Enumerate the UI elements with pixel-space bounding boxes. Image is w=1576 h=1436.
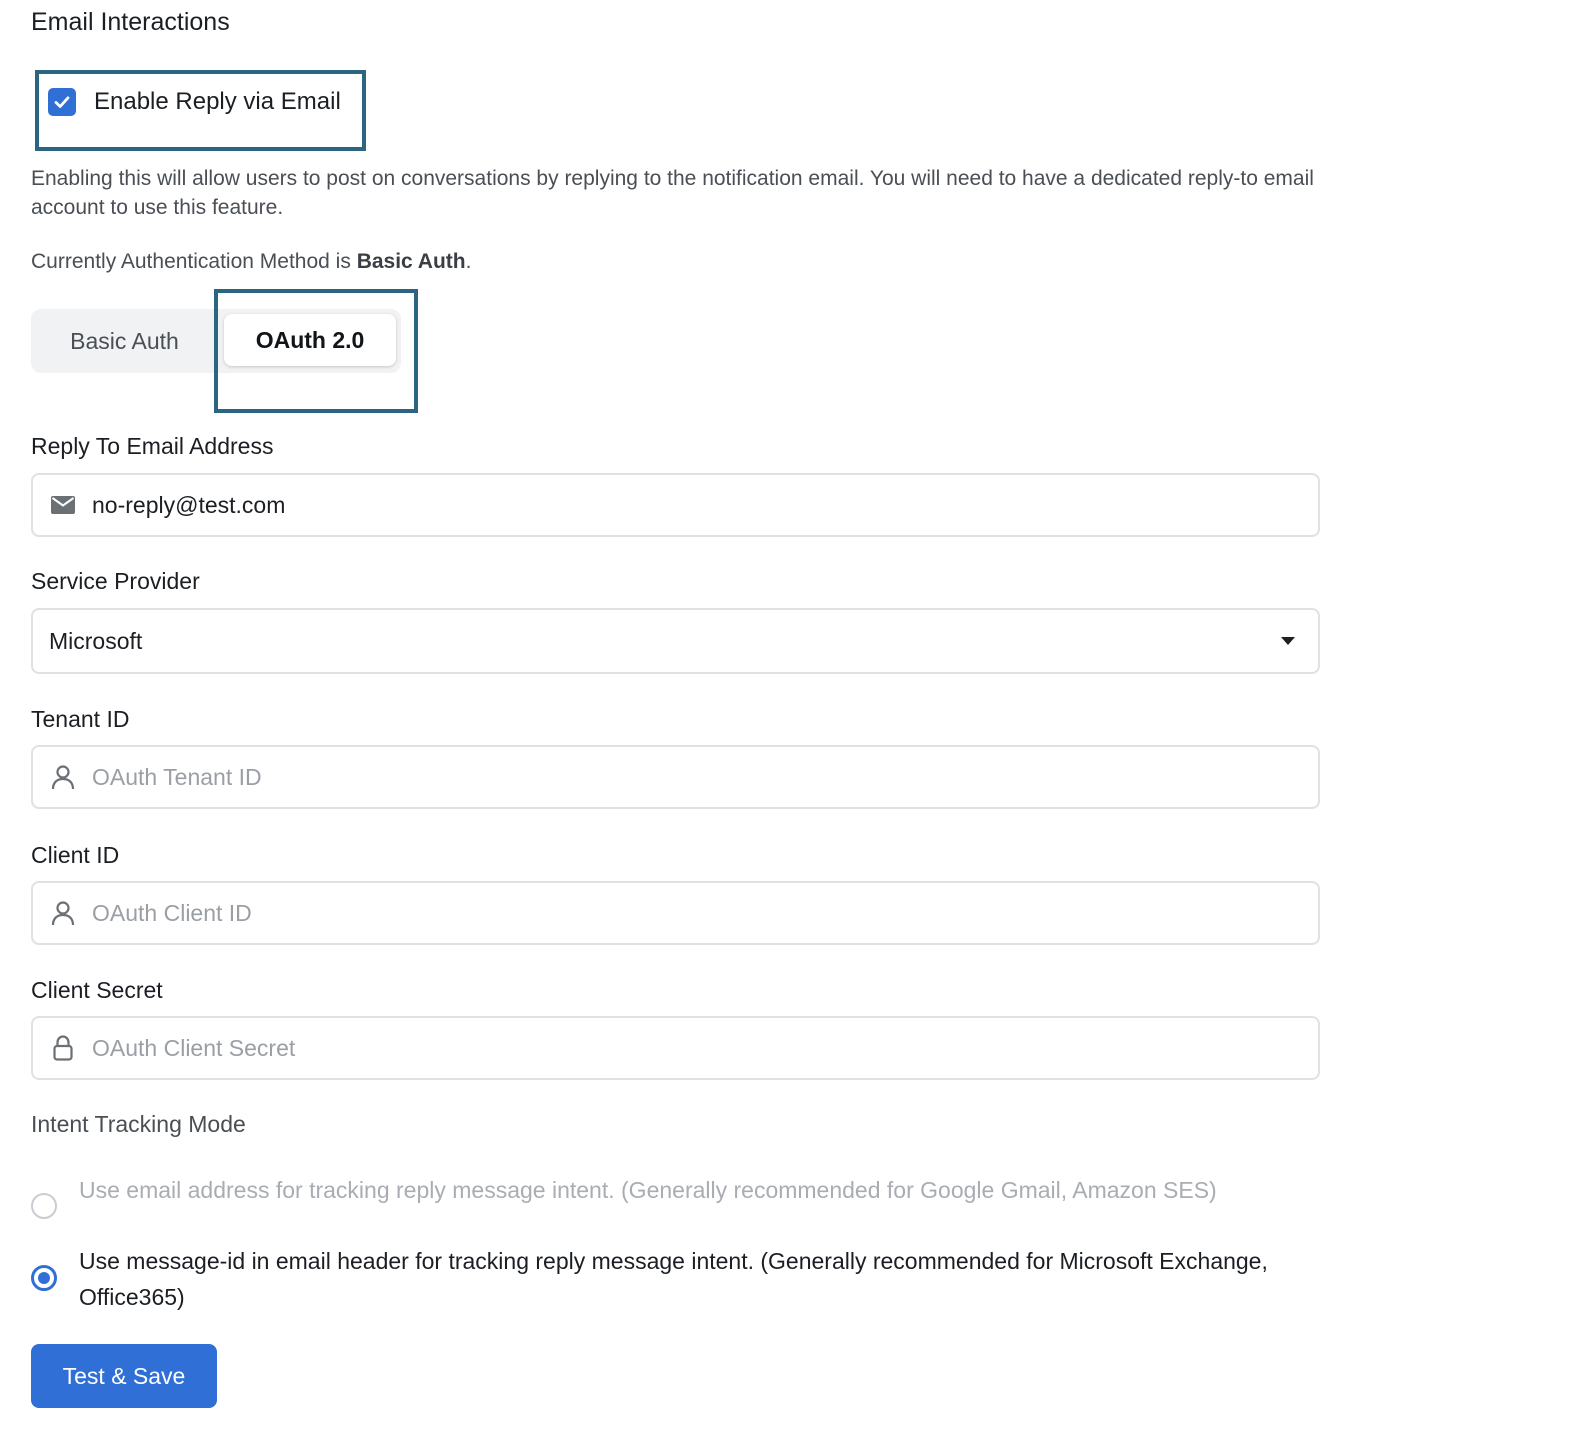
radio-email-address-intent[interactable] (31, 1193, 57, 1219)
client-secret-placeholder: OAuth Client Secret (92, 1034, 296, 1061)
section-title: Email Interactions (31, 8, 230, 36)
auth-status-suffix: . (465, 250, 472, 273)
service-provider-label: Service Provider (31, 568, 200, 594)
reply-to-email-input[interactable]: no-reply@test.com (31, 473, 1320, 537)
enable-reply-label: Enable Reply via Email (94, 88, 341, 115)
auth-status-method: Basic Auth (356, 250, 466, 273)
client-id-input[interactable]: OAuth Client ID (31, 881, 1320, 945)
enable-reply-checkbox[interactable] (48, 88, 76, 116)
tab-basic-auth[interactable]: Basic Auth (31, 309, 218, 373)
auth-status-text: Currently Authentication Method is Basic… (31, 250, 471, 274)
client-secret-input[interactable]: OAuth Client Secret (31, 1016, 1320, 1080)
checkmark-icon (54, 96, 70, 108)
auth-status-prefix: Currently Authentication Method is (31, 250, 357, 273)
tenant-id-label: Tenant ID (31, 706, 130, 732)
radio-email-address-intent-label: Use email address for tracking reply mes… (79, 1177, 1217, 1203)
client-id-label: Client ID (31, 842, 120, 868)
client-secret-label: Client Secret (31, 977, 163, 1003)
reply-to-email-value: no-reply@test.com (92, 491, 286, 518)
reply-to-label: Reply To Email Address (31, 433, 274, 459)
user-icon (50, 764, 76, 790)
caret-down-icon (1281, 637, 1295, 645)
reply-description: Enabling this will allow users to post o… (31, 167, 1314, 219)
radio-message-id-intent-label: Use message-id in email header for track… (79, 1248, 1268, 1310)
radio-selected-dot (38, 1272, 50, 1284)
intent-tracking-label: Intent Tracking Mode (31, 1111, 246, 1137)
lock-icon (50, 1035, 76, 1061)
enable-reply-via-email-row[interactable]: Enable Reply via Email (48, 88, 341, 116)
oauth-highlight-frame (214, 289, 418, 413)
tenant-id-placeholder: OAuth Tenant ID (92, 763, 262, 790)
client-id-placeholder: OAuth Client ID (92, 899, 252, 926)
test-and-save-button[interactable]: Test & Save (31, 1344, 217, 1408)
mail-icon (50, 492, 76, 518)
service-provider-value: Microsoft (49, 627, 143, 654)
tenant-id-input[interactable]: OAuth Tenant ID (31, 745, 1320, 809)
radio-message-id-intent[interactable] (31, 1265, 57, 1291)
service-provider-select[interactable]: Microsoft (31, 608, 1320, 674)
user-icon (50, 900, 76, 926)
